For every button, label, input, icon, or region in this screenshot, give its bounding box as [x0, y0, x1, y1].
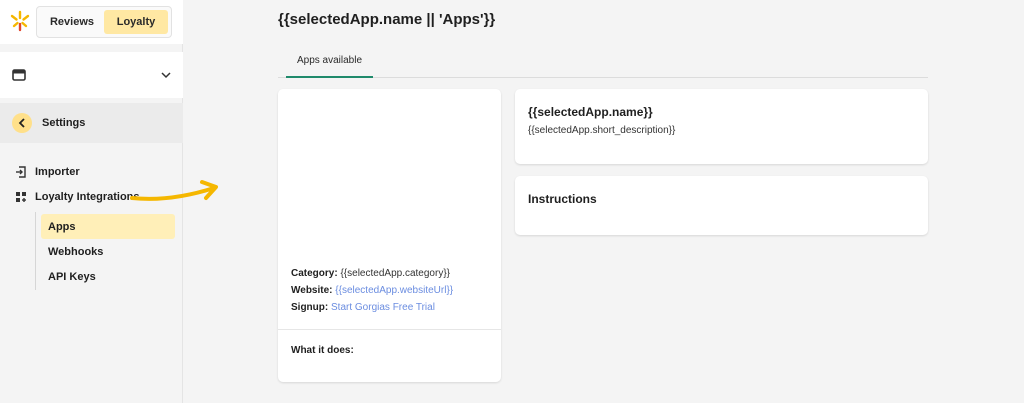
sidebar-item-label: Loyalty Integrations: [35, 191, 140, 203]
loyalty-toggle-button[interactable]: Loyalty: [104, 10, 168, 34]
category-row: Category: {{selectedApp.category}}: [291, 265, 453, 282]
signup-label: Signup:: [291, 302, 329, 313]
subnav-item-apps[interactable]: Apps: [41, 214, 175, 239]
signup-row: Signup: Start Gorgias Free Trial: [291, 299, 453, 316]
chevron-down-icon[interactable]: [161, 71, 171, 79]
import-icon: [16, 166, 26, 178]
app-details-card: Category: {{selectedApp.category}} Websi…: [278, 89, 501, 382]
app-meta: Category: {{selectedApp.category}} Websi…: [291, 265, 453, 316]
back-button[interactable]: [12, 113, 32, 133]
instructions-card: Instructions: [515, 176, 928, 235]
logo-icon: [10, 10, 30, 32]
app-name-card: {{selectedApp.name}} {{selectedApp.short…: [515, 89, 928, 164]
subnav-divider: [35, 212, 36, 290]
sidebar-item-loyalty-integrations[interactable]: Loyalty Integrations: [15, 191, 140, 203]
sidebar-item-label: Importer: [35, 166, 80, 178]
integrations-icon: [16, 192, 26, 202]
reviews-toggle-button[interactable]: Reviews: [40, 10, 104, 34]
sidebar-item-importer[interactable]: Importer: [15, 166, 80, 178]
store-icon: [12, 69, 26, 81]
app-short-description: {{selectedApp.short_description}}: [528, 125, 676, 136]
page-title: {{selectedApp.name || 'Apps'}}: [278, 11, 496, 28]
what-it-does-label: What it does:: [291, 345, 354, 356]
subnav-item-webhooks[interactable]: Webhooks: [41, 239, 175, 264]
app-name: {{selectedApp.name}}: [528, 105, 653, 119]
instructions-title: Instructions: [528, 192, 597, 206]
website-label: Website:: [291, 285, 333, 296]
settings-label: Settings: [42, 117, 86, 129]
chevron-left-icon: [18, 118, 25, 128]
store-selector[interactable]: [0, 52, 183, 98]
settings-back-row[interactable]: Settings: [0, 103, 183, 143]
tab-apps-available[interactable]: Apps available: [286, 44, 373, 78]
subnav-item-api-keys[interactable]: API Keys: [41, 264, 175, 289]
annotation-arrow-icon: [130, 180, 218, 201]
category-label: Category:: [291, 268, 338, 279]
website-link[interactable]: {{selectedApp.websiteUrl}}: [335, 285, 453, 296]
app-switcher: Reviews Loyalty: [36, 6, 172, 38]
category-value: {{selectedApp.category}}: [340, 268, 450, 279]
card-divider: [278, 329, 501, 330]
tab-bar: Apps available: [278, 44, 928, 78]
signup-link[interactable]: Start Gorgias Free Trial: [331, 302, 435, 313]
website-row: Website: {{selectedApp.websiteUrl}}: [291, 282, 453, 299]
brand-bar: Reviews Loyalty: [0, 0, 183, 44]
